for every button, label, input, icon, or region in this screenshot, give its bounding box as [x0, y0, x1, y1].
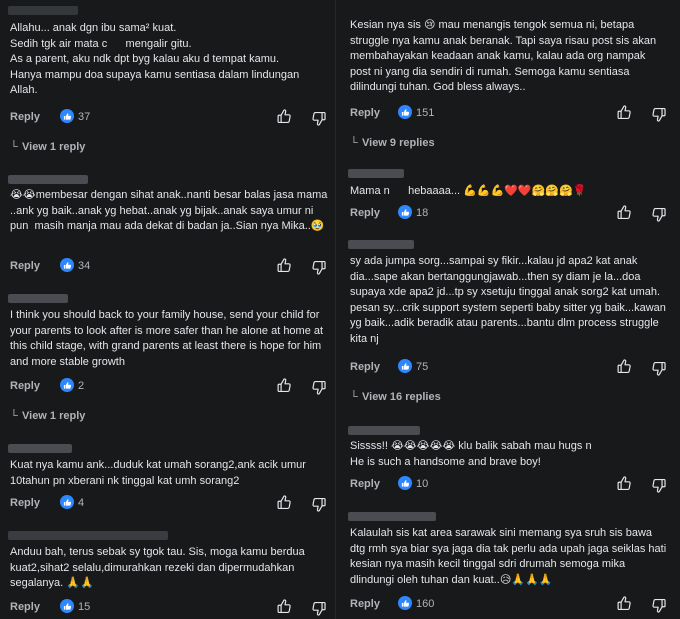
comment-text: Anduu bah, terus sebak sy tgok tau. Sis,…: [10, 546, 308, 589]
thumbs-up-outline-icon[interactable]: [616, 204, 633, 221]
reply-button[interactable]: Reply: [10, 380, 40, 392]
thumbs-down-outline-icon[interactable]: [311, 600, 328, 617]
comment-text: sy ada jumpa sorg...sampai sy fikir...ka…: [350, 255, 669, 345]
comment-text: 😭😭membesar dengan sihat anak..nanti besa…: [10, 189, 328, 232]
comment-text: Sissss!! 😭😭😭😭😭 klu balik sabah mau hugs …: [350, 440, 592, 468]
column-divider: [335, 0, 336, 619]
thumbs-down-outline-icon[interactable]: [311, 379, 328, 396]
thumbs-up-outline-icon[interactable]: [276, 494, 293, 511]
blurred-author-name: [348, 512, 436, 521]
right-comments-column: Kesian nya sis 😢 mau menangis tengok sem…: [340, 0, 670, 619]
like-count: 18: [416, 207, 429, 219]
like-badge-icon: [60, 258, 74, 272]
reply-arrow-icon: └: [10, 410, 18, 422]
like-count: 10: [416, 478, 429, 490]
reply-button[interactable]: Reply: [350, 207, 380, 219]
thumbs-up-outline-icon[interactable]: [616, 475, 633, 492]
like-count: 37: [78, 111, 91, 123]
comment-text: Allahu... anak dgn ibu sama² kuat. Sedih…: [10, 22, 300, 96]
reply-button[interactable]: Reply: [350, 598, 380, 610]
like-badge-icon: [60, 599, 74, 613]
thumbs-down-outline-icon[interactable]: [311, 110, 328, 127]
blurred-author-name: [348, 240, 414, 249]
thumbs-up-outline-icon[interactable]: [276, 598, 293, 615]
thumbs-down-outline-icon[interactable]: [651, 106, 668, 123]
like-count: 151: [416, 107, 435, 119]
reply-arrow-icon: └: [10, 141, 18, 153]
like-badge-icon: [60, 378, 74, 392]
blurred-author-name: [8, 175, 88, 184]
like-badge-icon: [398, 596, 412, 610]
view-replies-link[interactable]: └ View 16 replies: [350, 391, 441, 403]
blurred-author-name: [348, 426, 420, 435]
thumbs-up-outline-icon[interactable]: [276, 377, 293, 394]
reply-button[interactable]: Reply: [10, 260, 40, 272]
comment-text: Mama n hebaaaa... 💪💪💪❤️❤️🤗🤗🤗🌹: [350, 185, 587, 197]
reply-arrow-icon: └: [350, 137, 358, 149]
view-replies-link[interactable]: └ View 9 replies: [350, 137, 435, 149]
like-badge-icon: [60, 495, 74, 509]
thumbs-down-outline-icon[interactable]: [651, 597, 668, 614]
like-count: 4: [78, 497, 85, 509]
reply-button[interactable]: Reply: [350, 107, 380, 119]
reply-button[interactable]: Reply: [350, 361, 380, 373]
thumbs-down-outline-icon[interactable]: [311, 496, 328, 513]
view-replies-link[interactable]: └ View 1 reply: [10, 410, 85, 422]
like-badge-icon: [398, 359, 412, 373]
thumbs-up-outline-icon[interactable]: [276, 257, 293, 274]
like-badge-icon: [398, 476, 412, 490]
comment-text: I think you should back to your family h…: [10, 309, 327, 368]
reply-arrow-icon: └: [350, 391, 358, 403]
reply-button[interactable]: Reply: [350, 478, 380, 490]
comment-text: Kuat nya kamu ank...duduk kat umah soran…: [10, 459, 310, 487]
like-count: 34: [78, 260, 91, 272]
view-replies-link[interactable]: └ View 1 reply: [10, 141, 85, 153]
like-count: 75: [416, 361, 429, 373]
like-badge-icon: [398, 105, 412, 119]
like-badge-icon: [398, 205, 412, 219]
blurred-author-name: [8, 294, 68, 303]
thumbs-up-outline-icon[interactable]: [616, 104, 633, 121]
left-comments-column: Allahu... anak dgn ibu sama² kuat. Sedih…: [0, 0, 330, 619]
thumbs-up-outline-icon[interactable]: [616, 358, 633, 375]
comment-text: Kalaulah sis kat area sarawak sini meman…: [350, 527, 670, 586]
reply-button[interactable]: Reply: [10, 111, 40, 123]
thumbs-down-outline-icon[interactable]: [651, 477, 668, 494]
blurred-author-name: [8, 444, 72, 453]
thumbs-down-outline-icon[interactable]: [311, 259, 328, 276]
like-badge-icon: [60, 109, 74, 123]
thumbs-down-outline-icon[interactable]: [651, 360, 668, 377]
reply-button[interactable]: Reply: [10, 601, 40, 613]
blurred-author-name: [8, 531, 168, 540]
thumbs-down-outline-icon[interactable]: [651, 206, 668, 223]
thumbs-up-outline-icon[interactable]: [616, 595, 633, 612]
like-count: 15: [78, 601, 91, 613]
like-count: 160: [416, 598, 435, 610]
blurred-author-name: [8, 6, 78, 15]
comment-text: Kesian nya sis 😢 mau menangis tengok sem…: [350, 19, 660, 93]
like-count: 2: [78, 380, 85, 392]
thumbs-up-outline-icon[interactable]: [276, 108, 293, 125]
blurred-author-name: [348, 169, 404, 178]
reply-button[interactable]: Reply: [10, 497, 40, 509]
